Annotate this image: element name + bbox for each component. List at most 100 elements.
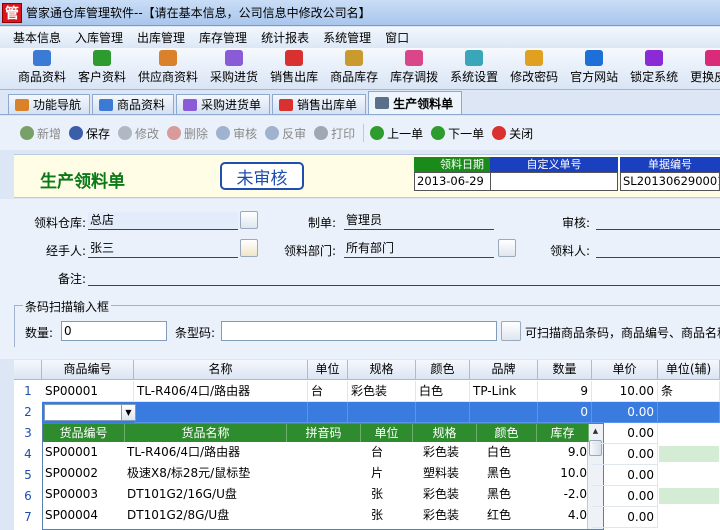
receiver-field[interactable]	[596, 240, 720, 258]
picker-cell-spec[interactable]: 彩色装	[413, 484, 477, 505]
grid-cell-spec[interactable]: 彩色装	[348, 381, 416, 402]
toolbar-button-2[interactable]: 供应商资料	[134, 48, 202, 89]
picker-cell-stock[interactable]: -2.0	[537, 484, 589, 505]
picker-header-2[interactable]: 拼音码	[287, 424, 361, 442]
picker-cell-code[interactable]: SP00001	[43, 442, 125, 463]
product-picker-dropdown[interactable]: ▲ 货品编号 货品名称 拼音码 单位 规格 颜色 库存 SP00001 TL-R406/4口/路…	[42, 423, 604, 530]
toolbar-button-7[interactable]: 系统设置	[446, 48, 502, 89]
picker-cell-name[interactable]: 极速X8/标28元/鼠标垫	[125, 463, 287, 484]
grid-cell-price[interactable]: 0.00	[592, 507, 658, 528]
grid-cell-price[interactable]: 10.00	[592, 381, 658, 402]
action-button-6[interactable]: 打印	[314, 125, 355, 142]
picker-cell-pinyin[interactable]	[287, 442, 361, 463]
barcode-code-input[interactable]	[221, 321, 497, 341]
picker-header-5[interactable]: 颜色	[477, 424, 537, 442]
grid-cell-spec[interactable]	[348, 402, 416, 423]
menu-item-6[interactable]: 窗口	[378, 29, 416, 46]
picker-cell-spec[interactable]: 塑料装	[413, 463, 477, 484]
picker-cell-code[interactable]: SP00004	[43, 505, 125, 526]
grid-cell-code[interactable]: SP00001	[42, 381, 134, 402]
menu-item-2[interactable]: 出库管理	[130, 29, 192, 46]
grid-cell-price[interactable]: 0.00	[592, 402, 658, 423]
action-button-2[interactable]: 修改	[118, 125, 159, 142]
chevron-down-icon[interactable]: ▼	[121, 405, 135, 420]
grid-header-8[interactable]: 单位(辅)	[658, 360, 720, 380]
grid-header-1[interactable]: 名称	[134, 360, 308, 380]
picker-header-6[interactable]: 库存	[537, 424, 589, 442]
grid-cell-unit[interactable]: 台	[308, 381, 348, 402]
grid-header-6[interactable]: 数量	[538, 360, 592, 380]
grid-cell-price[interactable]: 0.00	[592, 444, 658, 465]
picker-cell-stock[interactable]: 4.0	[537, 505, 589, 526]
menu-item-1[interactable]: 入库管理	[68, 29, 130, 46]
action-button-1[interactable]: 保存	[69, 125, 110, 142]
grid-cell-unit2[interactable]	[659, 446, 719, 462]
picker-cell-pinyin[interactable]	[287, 505, 361, 526]
product-code-combo[interactable]: ▼	[44, 404, 136, 421]
toolbar-button-10[interactable]: 锁定系统	[626, 48, 682, 89]
tab-2[interactable]: 采购进货单	[176, 94, 271, 114]
picker-cell-color[interactable]: 白色	[477, 442, 537, 463]
toolbar-button-6[interactable]: 库存调拨	[386, 48, 442, 89]
custom-number-input[interactable]	[490, 172, 618, 191]
action-button-8[interactable]: 下一单	[431, 125, 484, 142]
barcode-search-icon[interactable]	[501, 321, 521, 341]
tab-3[interactable]: 销售出库单	[272, 94, 367, 114]
toolbar-button-11[interactable]: 更换皮肤	[686, 48, 720, 89]
action-button-7[interactable]: 上一单	[370, 125, 423, 142]
picker-cell-name[interactable]: DT101G2/16G/U盘	[125, 484, 287, 505]
grid-cell-price[interactable]: 0.00	[592, 465, 658, 486]
picker-cell-pinyin[interactable]	[287, 463, 361, 484]
grid-cell-color[interactable]	[416, 402, 470, 423]
grid-header-3[interactable]: 规格	[348, 360, 416, 380]
toolbar-button-0[interactable]: 商品资料	[14, 48, 70, 89]
picker-cell-unit[interactable]: 张	[361, 484, 413, 505]
picker-cell-pinyin[interactable]	[287, 484, 361, 505]
tab-0[interactable]: 功能导航	[8, 94, 91, 114]
picker-cell-name[interactable]: DT101G2/8G/U盘	[125, 505, 287, 526]
warehouse-clear-icon[interactable]	[240, 211, 258, 229]
picker-cell-code[interactable]: SP00003	[43, 484, 125, 505]
picker-cell-spec[interactable]: 彩色装	[413, 442, 477, 463]
picker-cell-name[interactable]: TL-R406/4口/路由器	[125, 442, 287, 463]
picker-cell-stock[interactable]: 10.0	[537, 463, 589, 484]
picker-cell-spec[interactable]: 彩色装	[413, 505, 477, 526]
action-button-9[interactable]: 关闭	[492, 125, 533, 142]
grid-cell-price[interactable]: 0.00	[592, 486, 658, 507]
picker-cell-stock[interactable]: 9.0	[537, 442, 589, 463]
barcode-qty-input[interactable]: 0	[61, 321, 167, 341]
grid-header-5[interactable]: 品牌	[470, 360, 538, 380]
toolbar-button-1[interactable]: 客户资料	[74, 48, 130, 89]
grid-cell-brand[interactable]: TP-Link	[470, 381, 538, 402]
grid-cell-price[interactable]: 0.00	[592, 423, 658, 444]
grid-cell-qty[interactable]: 0	[538, 402, 592, 423]
toolbar-button-5[interactable]: 商品库存	[326, 48, 382, 89]
menu-item-3[interactable]: 库存管理	[192, 29, 254, 46]
warehouse-field[interactable]: 总店	[88, 212, 238, 230]
grid-header-7[interactable]: 单价	[592, 360, 658, 380]
handler-field[interactable]: 张三	[88, 240, 238, 258]
picker-header-4[interactable]: 规格	[413, 424, 477, 442]
picker-cell-color[interactable]: 红色	[477, 505, 537, 526]
action-button-0[interactable]: 新增	[20, 125, 61, 142]
remark-field[interactable]	[88, 268, 720, 286]
dept-picker-icon[interactable]	[498, 239, 516, 257]
grid-header-0[interactable]: 商品编号	[42, 360, 134, 380]
menu-item-0[interactable]: 基本信息	[6, 29, 68, 46]
toolbar-button-9[interactable]: 官方网站	[566, 48, 622, 89]
picker-header-1[interactable]: 货品名称	[125, 424, 287, 442]
grid-cell-color[interactable]: 白色	[416, 381, 470, 402]
action-button-3[interactable]: 删除	[167, 125, 208, 142]
grid-cell-name[interactable]	[134, 402, 308, 423]
picker-cell-unit[interactable]: 张	[361, 505, 413, 526]
grid-cell-unit2[interactable]	[658, 402, 720, 423]
grid-header-4[interactable]: 颜色	[416, 360, 470, 380]
tab-4[interactable]: 生产领料单	[368, 91, 463, 114]
dept-field[interactable]: 所有部门	[344, 240, 494, 258]
grid-cell-qty[interactable]: 9	[538, 381, 592, 402]
toolbar-button-4[interactable]: 销售出库	[266, 48, 322, 89]
grid-header-2[interactable]: 单位	[308, 360, 348, 380]
grid-cell-unit2[interactable]	[659, 488, 719, 504]
action-button-4[interactable]: 审核	[216, 125, 257, 142]
picker-header-0[interactable]: 货品编号	[43, 424, 125, 442]
